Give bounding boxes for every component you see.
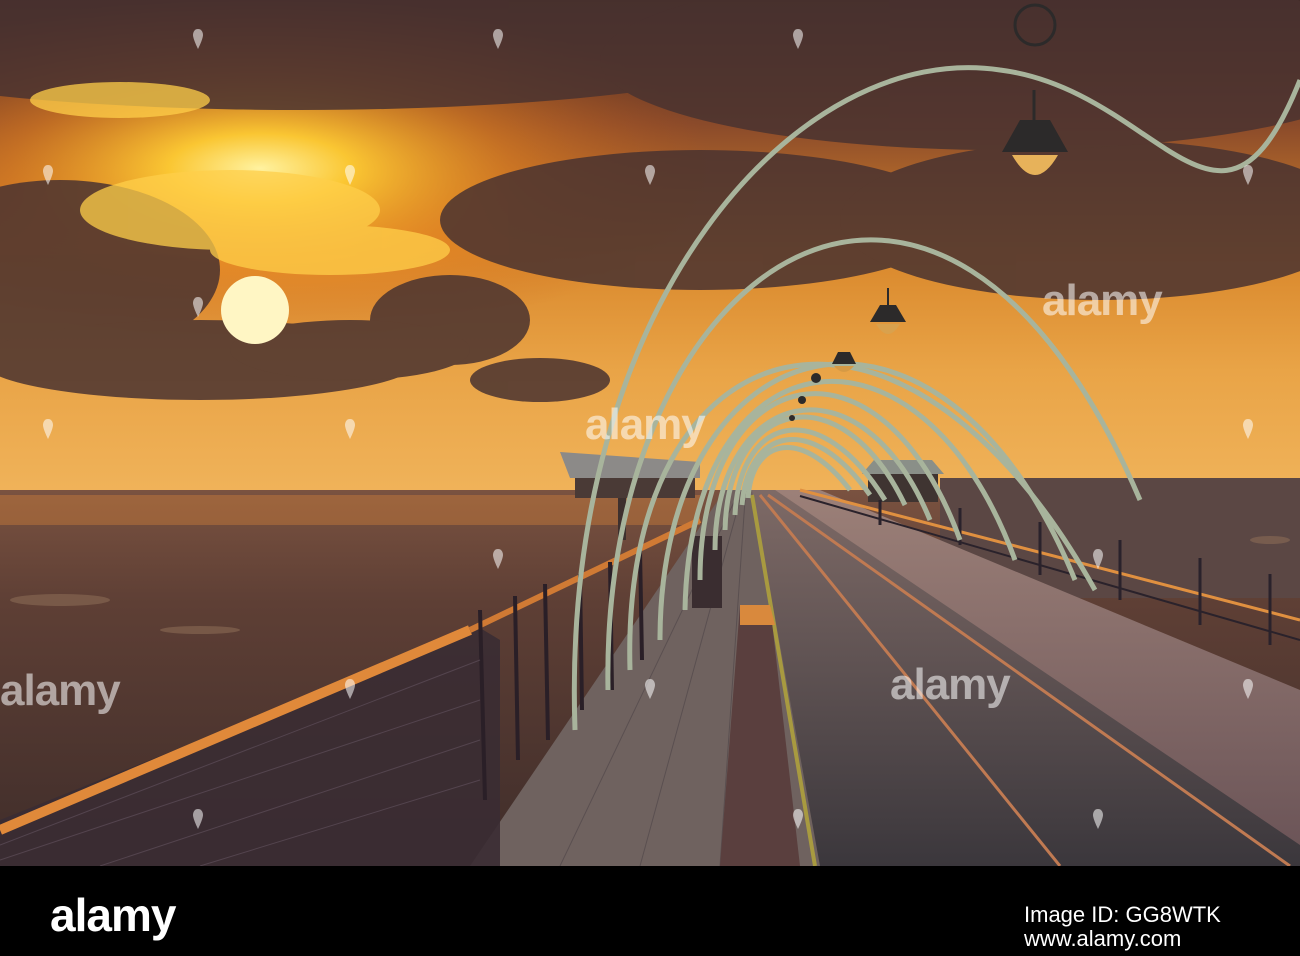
watermark-pin-icon xyxy=(644,678,656,700)
watermark-pin-icon xyxy=(42,164,54,186)
watermark-pin-icon xyxy=(644,164,656,186)
watermark-text: alamy xyxy=(1042,276,1163,325)
watermark-pin-icon xyxy=(42,418,54,440)
watermark-pin-icon xyxy=(344,164,356,186)
center-rail-highlight xyxy=(740,605,775,625)
watermark-pin-icon xyxy=(344,678,356,700)
watermark-text: alamy xyxy=(585,400,706,449)
watermark-text: alamy xyxy=(890,660,1011,709)
watermark-pin-icon xyxy=(1092,808,1104,830)
sun xyxy=(221,276,289,344)
watermark-pin-icon xyxy=(492,28,504,50)
footer-logo: alamy xyxy=(50,889,176,941)
watermark-pin-icon xyxy=(192,28,204,50)
watermark-pin-icon xyxy=(1242,678,1254,700)
watermark-pin-icon xyxy=(192,808,204,830)
watermark-pin-icon xyxy=(1092,548,1104,570)
watermark-pin-icon xyxy=(792,28,804,50)
watermark-pin-icon xyxy=(1242,164,1254,186)
watermark-pin-icon xyxy=(344,418,356,440)
watermark-pin-icon xyxy=(1242,418,1254,440)
watermark-text: alamy xyxy=(0,666,121,715)
footer-image-id: Image ID: GG8WTK xyxy=(1024,902,1221,927)
watermark-pin-icon xyxy=(492,548,504,570)
watermark-pin-icon xyxy=(192,296,204,318)
watermark-pin-icon xyxy=(792,808,804,830)
footer-url: www.alamy.com xyxy=(1024,926,1182,951)
